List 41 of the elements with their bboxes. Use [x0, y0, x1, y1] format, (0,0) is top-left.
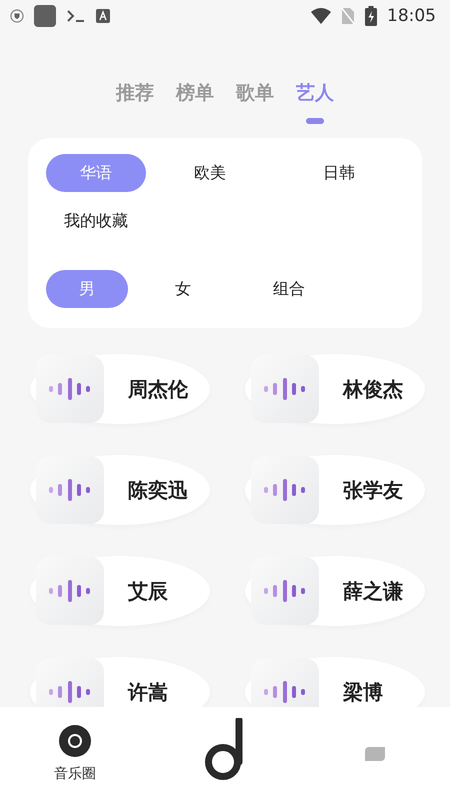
- sound-wave-icon: [49, 378, 91, 400]
- artist-name: 陈奕迅: [128, 476, 188, 504]
- region-filter[interactable]: 我的收藏: [46, 202, 146, 240]
- sound-wave-icon: [49, 479, 91, 501]
- artist-card[interactable]: 梁博: [245, 657, 425, 707]
- artist-card[interactable]: 陈奕迅: [30, 455, 210, 525]
- region-filter[interactable]: 日韩: [289, 154, 389, 192]
- artist-name: 梁博: [343, 678, 383, 706]
- artist-name: 张学友: [343, 476, 403, 504]
- sound-wave-icon: [264, 580, 306, 602]
- gender-filter[interactable]: 组合: [248, 270, 330, 308]
- artist-name: 薛之谦: [343, 578, 403, 604]
- artist-card[interactable]: 张学友: [245, 455, 425, 525]
- artist-card[interactable]: 许嵩: [30, 657, 210, 707]
- clock-time: 18:05: [387, 6, 436, 26]
- artist-card[interactable]: 艾辰: [30, 556, 210, 626]
- sound-wave-icon: [264, 681, 306, 703]
- terminal-icon: [66, 9, 86, 23]
- artist-name: 艾辰: [128, 578, 168, 604]
- no-sim-icon: [341, 7, 355, 25]
- artist-card[interactable]: 林俊杰: [245, 354, 425, 424]
- wifi-icon: [311, 8, 331, 24]
- sound-wave-icon: [264, 479, 306, 501]
- artist-card[interactable]: 薛之谦: [245, 556, 425, 626]
- artist-card[interactable]: 周杰伦: [30, 354, 210, 424]
- tab-indicator: [306, 118, 324, 124]
- sound-wave-icon: [49, 681, 91, 703]
- gender-filter[interactable]: 女: [142, 270, 224, 308]
- sound-wave-icon: [49, 580, 91, 602]
- shield-icon: [10, 9, 24, 23]
- region-filter[interactable]: 欧美: [160, 154, 260, 192]
- battery-icon: [365, 6, 377, 26]
- sound-wave-icon: [264, 378, 306, 400]
- nav-item[interactable]: 音乐圈: [54, 724, 96, 782]
- artist-name: 周杰伦: [128, 376, 188, 402]
- keyboard-icon: [96, 9, 110, 23]
- app-icon: [34, 5, 56, 27]
- chat-bubble-icon: [365, 746, 385, 760]
- disc-icon: [59, 724, 91, 756]
- artist-name: 林俊杰: [343, 376, 403, 402]
- artist-name: 许嵩: [128, 678, 168, 706]
